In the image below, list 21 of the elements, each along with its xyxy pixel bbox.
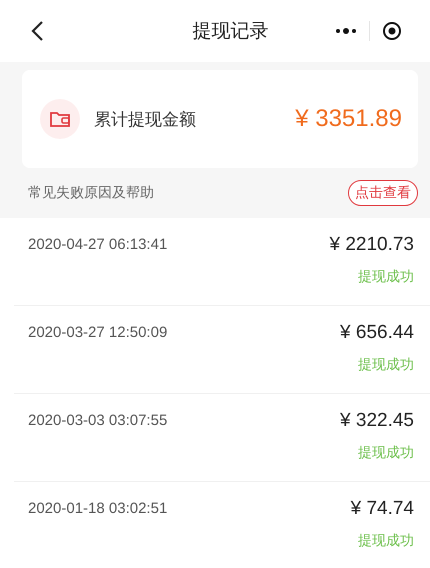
record-status: 提现成功 xyxy=(358,268,414,286)
summary-label: 累计提现金额 xyxy=(94,108,197,130)
wallet-icon xyxy=(40,99,80,139)
record-amount: ¥ 74.74 xyxy=(350,498,414,520)
back-icon xyxy=(30,20,44,42)
record-time: 2020-01-18 03:02:51 xyxy=(28,500,168,517)
more-icon[interactable] xyxy=(335,27,357,35)
record-time: 2020-03-03 03:07:55 xyxy=(28,412,168,429)
view-button[interactable]: 点击查看 xyxy=(348,180,418,206)
record-amount: ¥ 322.45 xyxy=(340,410,414,432)
record-status: 提现成功 xyxy=(358,444,414,462)
record-amount: ¥ 656.44 xyxy=(340,322,414,344)
target-icon[interactable] xyxy=(382,21,402,41)
total-amount: ¥ 3351.89 xyxy=(295,105,402,133)
record-time: 2020-04-27 06:13:41 xyxy=(28,236,168,253)
page-title: 提现记录 xyxy=(192,20,268,44)
help-text: 常见失败原因及帮助 xyxy=(28,184,154,202)
record-time: 2020-03-27 12:50:09 xyxy=(28,324,168,341)
record-status: 提现成功 xyxy=(358,532,414,550)
record-amount: ¥ 2210.73 xyxy=(329,234,414,256)
record-status: 提现成功 xyxy=(358,356,414,374)
